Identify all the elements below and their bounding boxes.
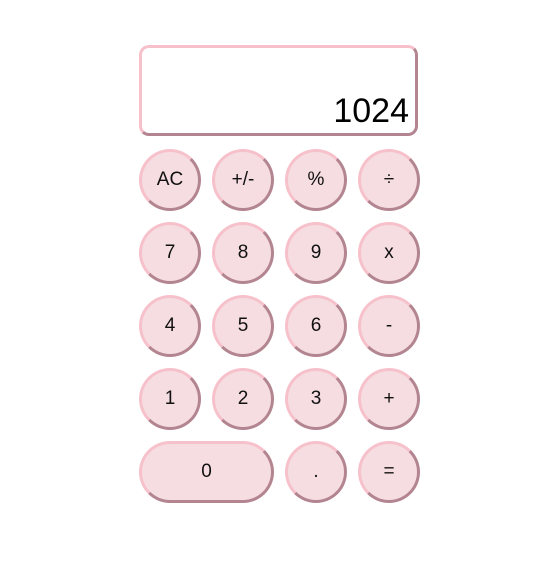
all-clear-button[interactable]: AC [139,149,201,211]
digit-3-button[interactable]: 3 [285,368,347,430]
toggle-sign-button[interactable]: +/- [212,149,274,211]
decimal-point-button[interactable]: . [285,441,347,503]
percent-button[interactable]: % [285,149,347,211]
divide-button[interactable]: ÷ [358,149,420,211]
subtract-button[interactable]: - [358,295,420,357]
calculator-display: 1024 [139,45,418,136]
keypad: AC +/- % ÷ 7 8 9 x 4 5 6 - 1 2 3 + 0 . = [139,149,420,503]
digit-5-button[interactable]: 5 [212,295,274,357]
digit-8-button[interactable]: 8 [212,222,274,284]
digit-7-button[interactable]: 7 [139,222,201,284]
digit-6-button[interactable]: 6 [285,295,347,357]
digit-9-button[interactable]: 9 [285,222,347,284]
equals-button[interactable]: = [358,441,420,503]
digit-4-button[interactable]: 4 [139,295,201,357]
multiply-button[interactable]: x [358,222,420,284]
display-value: 1024 [333,92,409,130]
digit-1-button[interactable]: 1 [139,368,201,430]
digit-2-button[interactable]: 2 [212,368,274,430]
add-button[interactable]: + [358,368,420,430]
digit-0-button[interactable]: 0 [139,441,274,503]
calculator: 1024 AC +/- % ÷ 7 8 9 x 4 5 6 - 1 2 3 + … [139,45,420,503]
